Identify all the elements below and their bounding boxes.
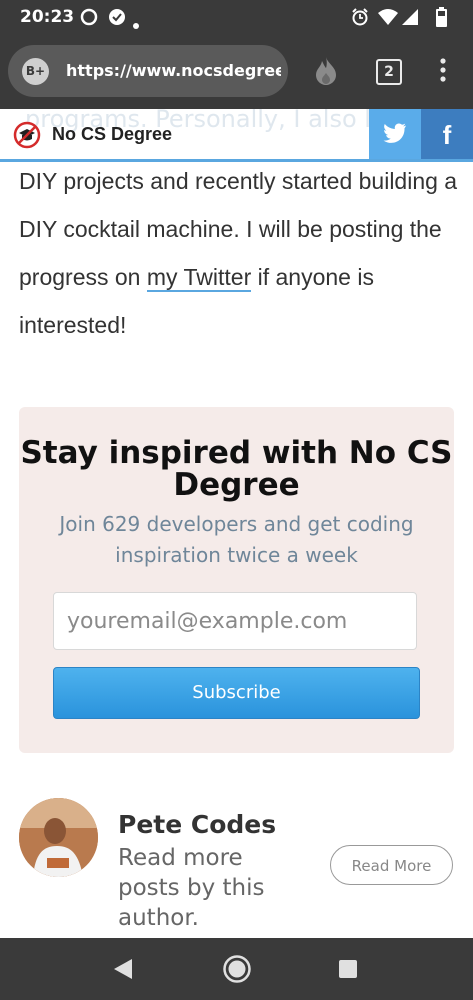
wifi-icon	[378, 8, 398, 30]
facebook-share-button[interactable]: f	[421, 109, 473, 159]
battery-icon	[436, 7, 447, 31]
status-time: 20:23	[20, 7, 75, 27]
site-header: programs. Personally, I also love No CS …	[0, 109, 473, 162]
dot-icon	[133, 14, 139, 33]
url-bar[interactable]: B+ https://www.nocsdegree.com	[8, 45, 288, 97]
no-cs-degree-logo-icon[interactable]	[13, 121, 41, 153]
back-icon[interactable]	[113, 958, 133, 984]
article-paragraph: DIY projects and recently started buildi…	[19, 157, 459, 349]
author-name[interactable]: Pete Codes	[118, 810, 276, 839]
twitter-link[interactable]: my Twitter	[146, 264, 252, 292]
alarm-icon	[351, 8, 369, 30]
read-more-button[interactable]: Read More	[330, 845, 453, 885]
twitter-bird-icon	[383, 123, 407, 147]
newsletter-title: Stay inspired with No CS Degree	[20, 435, 453, 503]
site-badge: B+	[22, 58, 49, 85]
browser-toolbar: B+ https://www.nocsdegree.com 2	[0, 34, 473, 109]
flame-icon[interactable]	[313, 56, 339, 90]
chat-bubble-icon	[80, 8, 98, 30]
recents-icon[interactable]	[338, 959, 358, 983]
author-avatar[interactable]	[19, 798, 98, 877]
more-vert-icon[interactable]	[440, 58, 446, 86]
email-field[interactable]	[53, 592, 417, 650]
subscribe-button[interactable]: Subscribe	[53, 667, 420, 719]
author-description: Read more posts by this author.	[118, 845, 265, 931]
newsletter-subtitle: Join 629 developers and get coding inspi…	[59, 512, 414, 567]
brand-name[interactable]: No CS Degree	[52, 124, 172, 145]
home-icon[interactable]	[222, 954, 252, 988]
newsletter-signup-box: Stay inspired with No CS Degree Join 629…	[19, 407, 454, 753]
twitter-share-button[interactable]	[369, 109, 421, 159]
tab-switcher-button[interactable]: 2	[376, 59, 402, 85]
signal-icon	[401, 8, 419, 30]
url-text[interactable]: https://www.nocsdegree.com	[66, 61, 281, 83]
notification-icon	[108, 8, 126, 30]
status-bar: 20:23	[0, 0, 473, 34]
system-nav-bar	[0, 938, 473, 1000]
